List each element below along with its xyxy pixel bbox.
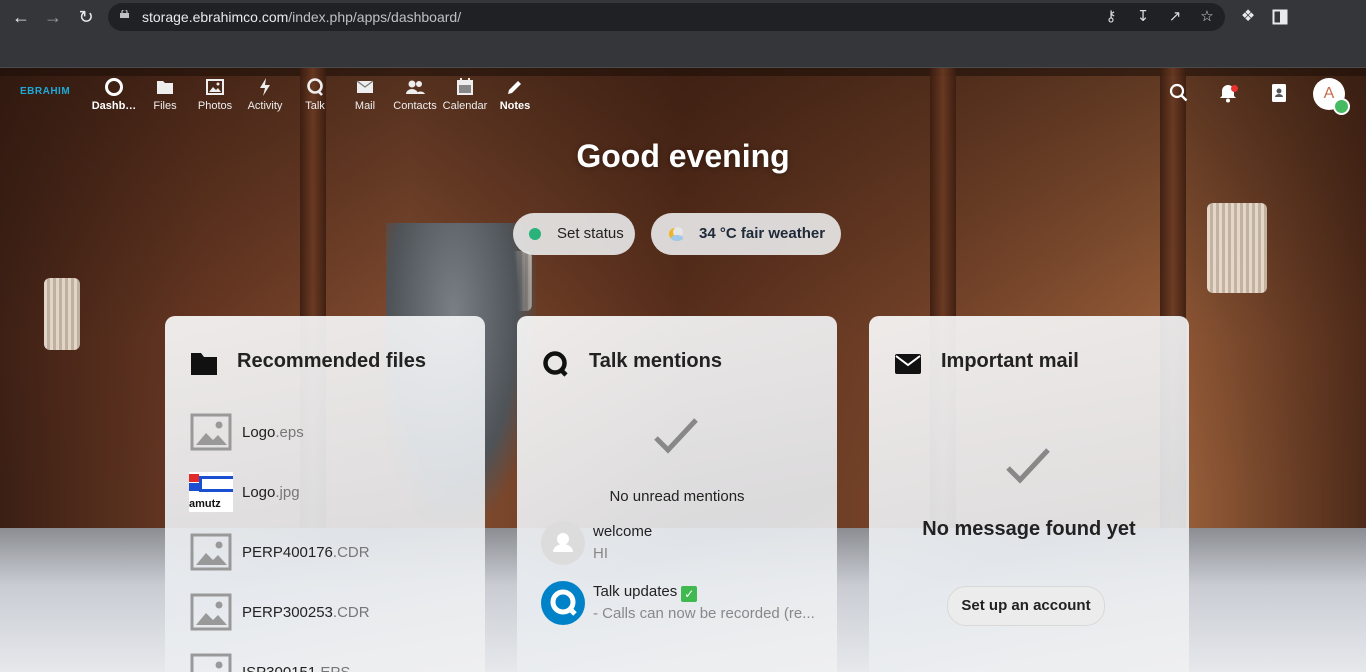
image-placeholder-icon bbox=[190, 593, 232, 631]
recommended-files-widget: Recommended files Logo.eps amutz Logo.jp… bbox=[165, 316, 485, 672]
app-contacts[interactable]: Contacts bbox=[390, 76, 440, 112]
mail-icon bbox=[356, 80, 374, 93]
url-path: /index.php/apps/dashboard/ bbox=[288, 9, 462, 25]
empty-state-text: No message found yet bbox=[922, 518, 1136, 540]
image-placeholder-icon bbox=[190, 413, 232, 451]
check-emoji-icon: ✓ bbox=[681, 586, 698, 602]
brand-logo[interactable]: EBRAHIM bbox=[20, 86, 70, 97]
address-bar[interactable]: storage.ebrahimco.com/index.php/apps/das… bbox=[108, 3, 1225, 31]
file-thumbnail: amutz bbox=[189, 472, 233, 512]
mention-item[interactable]: welcome HI bbox=[541, 521, 831, 567]
app-calendar[interactable]: Calendar bbox=[440, 76, 490, 112]
url-text: storage.ebrahimco.com/index.php/apps/das… bbox=[142, 9, 461, 25]
avatar bbox=[541, 521, 585, 565]
search-icon[interactable] bbox=[1168, 82, 1190, 104]
file-name: Logo.jpg bbox=[242, 484, 300, 501]
image-placeholder-icon bbox=[190, 653, 232, 672]
app-label: Activity bbox=[247, 100, 283, 112]
reload-icon[interactable]: ↻ bbox=[75, 6, 97, 28]
image-placeholder-icon bbox=[190, 533, 232, 571]
dashboard-icon bbox=[105, 78, 123, 96]
bookmark-bar bbox=[0, 36, 1366, 68]
talk-icon bbox=[307, 78, 323, 96]
contacts-icon bbox=[406, 80, 425, 94]
app-label: Calendar bbox=[442, 100, 488, 112]
weather-label: 34 °C fair weather bbox=[699, 225, 826, 242]
file-name: PERP300253.CDR bbox=[242, 604, 370, 621]
widget-title: Important mail bbox=[941, 350, 1079, 372]
folder-icon bbox=[157, 81, 173, 94]
contacts-menu-icon[interactable] bbox=[1268, 82, 1290, 104]
mention-title: Talk updates ✓ bbox=[593, 583, 698, 602]
file-name: ISP300151.EPS bbox=[242, 664, 350, 672]
online-status-dot bbox=[1333, 98, 1350, 115]
set-status-button[interactable]: Set status bbox=[513, 213, 635, 255]
url-host: storage.ebrahimco.com bbox=[142, 9, 289, 25]
key-icon[interactable]: ⚷ bbox=[1102, 8, 1120, 26]
back-arrow-icon[interactable]: ← bbox=[10, 6, 32, 28]
background-lamp bbox=[1207, 203, 1267, 293]
app-mail[interactable]: Mail bbox=[340, 76, 390, 112]
talk-logo-icon bbox=[550, 589, 577, 616]
checkmark-icon bbox=[654, 418, 698, 454]
notification-indicator bbox=[1231, 85, 1238, 92]
app-dashboard[interactable]: Dashb… bbox=[89, 76, 139, 112]
file-item[interactable]: Logo.eps bbox=[189, 412, 469, 456]
important-mail-widget: Important mail No message found yet Set … bbox=[869, 316, 1189, 672]
app-photos[interactable]: Photos bbox=[190, 76, 240, 112]
mention-title: welcome bbox=[593, 523, 653, 540]
app-label: Photos bbox=[197, 100, 233, 112]
greeting-heading: Good evening bbox=[576, 138, 790, 174]
talk-mentions-widget: Talk mentions No unread mentions welcome… bbox=[517, 316, 837, 672]
widget-title: Talk mentions bbox=[589, 350, 722, 372]
pencil-icon bbox=[508, 81, 521, 94]
file-name: PERP400176.CDR bbox=[242, 544, 370, 561]
install-icon[interactable]: ↧ bbox=[1134, 8, 1152, 26]
app-notes[interactable]: Notes bbox=[490, 76, 540, 112]
folder-icon bbox=[191, 353, 217, 375]
app-label: Mail bbox=[354, 100, 376, 112]
app-files[interactable]: Files bbox=[140, 76, 190, 112]
weather-moon-icon bbox=[669, 227, 683, 241]
file-name: Logo.eps bbox=[242, 424, 304, 441]
set-status-label: Set status bbox=[557, 225, 624, 242]
app-label: Contacts bbox=[393, 100, 437, 112]
forward-arrow-icon[interactable]: → bbox=[42, 6, 64, 28]
app-label: Notes bbox=[499, 100, 531, 112]
mention-subtitle: - Calls can now be recorded (re... bbox=[593, 605, 815, 622]
star-icon[interactable]: ☆ bbox=[1198, 8, 1216, 26]
extensions-puzzle-icon[interactable]: ❖ bbox=[1238, 7, 1258, 27]
file-item[interactable]: ISP300151.EPS bbox=[189, 652, 469, 672]
app-label: Dashb… bbox=[91, 100, 137, 112]
mention-subtitle: HI bbox=[593, 545, 608, 562]
file-item[interactable]: PERP400176.CDR bbox=[189, 532, 469, 576]
app-talk[interactable]: Talk bbox=[290, 76, 340, 112]
app-activity[interactable]: Activity bbox=[240, 76, 290, 112]
image-icon bbox=[206, 79, 224, 95]
talk-icon bbox=[543, 351, 568, 377]
app-label: Talk bbox=[305, 100, 325, 112]
file-item[interactable]: PERP300253.CDR bbox=[189, 592, 469, 636]
share-icon[interactable]: ↗ bbox=[1166, 8, 1184, 26]
checkmark-icon bbox=[1006, 448, 1050, 484]
mention-item[interactable]: Talk updates ✓ - Calls can now be recorde… bbox=[541, 581, 831, 627]
browser-chrome: ← → ↻ storage.ebrahimco.com/index.php/ap… bbox=[0, 0, 1366, 68]
setup-account-button[interactable]: Set up an account bbox=[947, 586, 1105, 626]
empty-state-text: No unread mentions bbox=[609, 488, 745, 505]
background-lamp bbox=[44, 278, 80, 350]
online-status-icon bbox=[529, 228, 541, 240]
avatar bbox=[541, 581, 585, 625]
dashboard-page: EBRAHIM Dashb… Files Photos Activity Tal… bbox=[0, 68, 1366, 672]
weather-status-button[interactable]: 34 °C fair weather bbox=[651, 213, 841, 255]
user-placeholder-icon bbox=[553, 533, 573, 552]
mail-icon bbox=[895, 354, 921, 374]
app-label: Files bbox=[153, 100, 177, 112]
file-item[interactable]: amutz Logo.jpg bbox=[189, 472, 469, 516]
lock-icon bbox=[120, 10, 129, 18]
side-panel-icon[interactable] bbox=[1270, 7, 1290, 27]
lightning-icon bbox=[260, 78, 270, 96]
widget-title: Recommended files bbox=[237, 350, 426, 372]
calendar-icon bbox=[457, 78, 473, 95]
